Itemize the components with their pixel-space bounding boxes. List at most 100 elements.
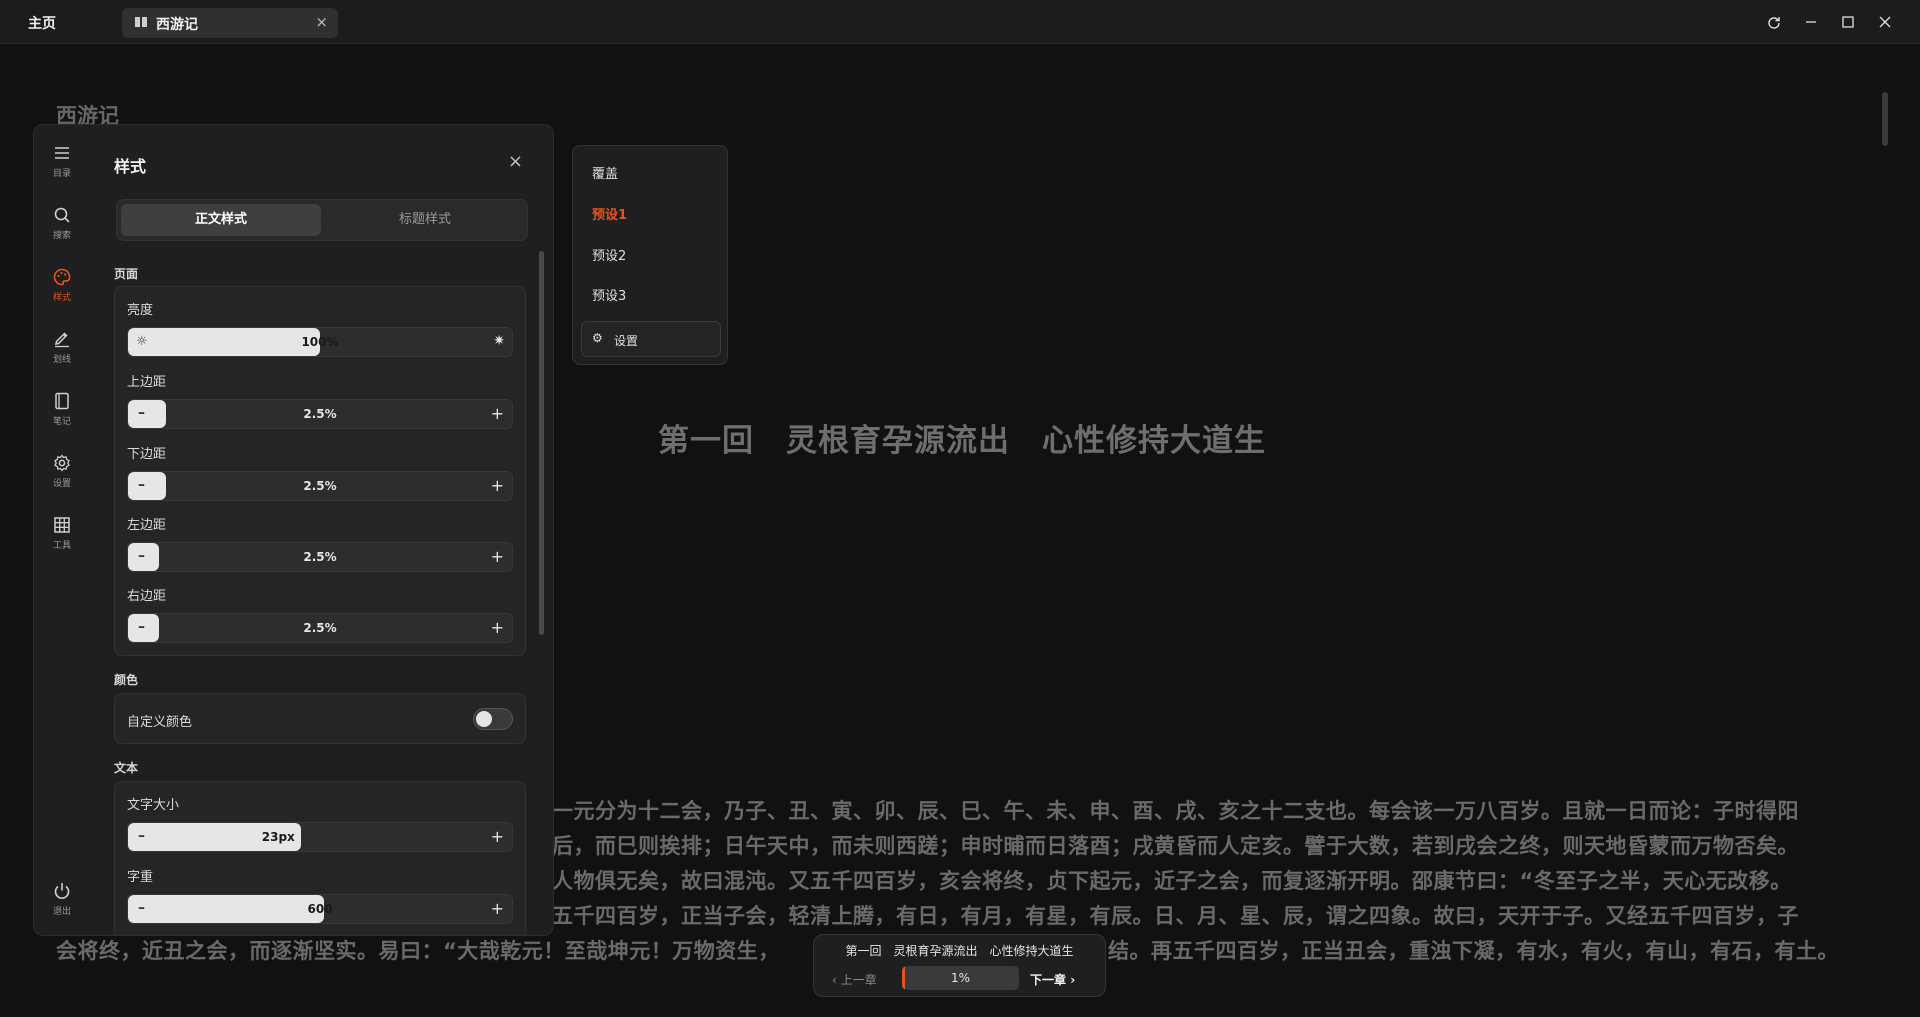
margin-top-slider[interactable]: – 2.5% +: [127, 399, 513, 429]
page-card: 亮度 ☼ 100% ✷ 上边距 – 2.5% + 下边距 – 2.5% + 左边…: [114, 286, 526, 656]
brightness-value: 100%: [301, 335, 339, 349]
preset-dropdown: 覆盖 预设1 预设2 预设3 ⚙ 设置: [572, 145, 728, 365]
margin-right-slider[interactable]: – 2.5% +: [127, 613, 513, 643]
body-text-line: 五千四百岁，正当子会，轻清上腾，有日，有月，有星，有辰。日、月、星、辰，谓之四象…: [552, 904, 1799, 928]
current-chapter-title: 第一回 灵根育孕源流出 心性修持大道生: [845, 944, 1074, 958]
panel-title: 样式: [114, 157, 147, 176]
rail-item-highlight[interactable]: 划线: [34, 329, 90, 365]
margin-right-label: 右边距: [127, 589, 167, 604]
rail-label: 退出: [52, 907, 71, 917]
section-title-text: 文本: [114, 761, 139, 775]
progress-value: 1%: [950, 971, 971, 985]
close-tab-icon[interactable]: ×: [315, 13, 328, 31]
margin-left-value: 2.5%: [303, 550, 337, 564]
body-text-line: 会将终，近丑之会，而逐渐坚实。易曰：“大哉乾元！至哉坤元！万物资生，: [56, 939, 780, 963]
body-text-line: 结。再五千四百岁，正当丑会，重浊下凝，有水，有火，有山，有石，有土。: [1108, 939, 1839, 963]
margin-top-value: 2.5%: [303, 407, 337, 421]
rail-item-exit[interactable]: 退出: [34, 881, 90, 917]
body-text-line: 后，而巳则挨排；日午天中，而未则西蹉；申时晡而日落酉；戌黄昏而人定亥。譬于大数，…: [552, 834, 1799, 858]
rail-item-notes[interactable]: 笔记: [34, 391, 90, 427]
rail-label: 工具: [52, 541, 71, 551]
style-tabs: 正文样式 标题样式: [116, 199, 528, 241]
font-size-slider[interactable]: – 23px +: [127, 822, 513, 852]
margin-left-slider[interactable]: – 2.5% +: [127, 542, 513, 572]
section-title-color: 颜色: [114, 673, 139, 687]
margin-left-label: 左边距: [127, 518, 167, 533]
custom-color-toggle[interactable]: [473, 708, 513, 730]
increase-button[interactable]: +: [491, 827, 504, 846]
body-text-line: 一元分为十二会，乃子、丑、寅、卯、辰、巳、午、未、申、酉、戌、亥之十二支也。每会…: [552, 799, 1799, 823]
rail-label: 设置: [52, 479, 71, 489]
margin-right-value: 2.5%: [303, 621, 337, 635]
book-icon: [135, 17, 147, 27]
margin-bottom-slider[interactable]: – 2.5% +: [127, 471, 513, 501]
preset-settings-button[interactable]: ⚙ 设置: [581, 321, 721, 357]
font-weight-label: 字重: [127, 870, 154, 885]
preset-item-3[interactable]: 预设3: [592, 285, 626, 304]
preset-settings-label: 设置: [614, 334, 639, 348]
minimize-icon[interactable]: [1799, 10, 1823, 34]
chapter-nav: 第一回 灵根育孕源流出 心性修持大道生 ‹ 上一章 1% 下一章 ›: [813, 934, 1106, 997]
tab-body-style[interactable]: 正文样式: [121, 204, 321, 236]
section-title-page: 页面: [114, 267, 139, 281]
color-card: 自定义颜色: [114, 693, 526, 744]
grid-icon: [54, 517, 70, 533]
rail-item-style[interactable]: 样式: [34, 267, 90, 303]
rail-label: 搜索: [52, 231, 71, 241]
tab-heading-style[interactable]: 标题样式: [325, 204, 525, 236]
menu-icon: [55, 147, 69, 159]
sun-large-icon: ✷: [493, 333, 505, 349]
rail-item-search[interactable]: 搜索: [34, 205, 90, 241]
custom-color-label: 自定义颜色: [127, 715, 193, 730]
book-tab-label: 西游记: [156, 17, 198, 33]
margin-bottom-label: 下边距: [127, 447, 167, 462]
rail-label: 笔记: [52, 417, 71, 427]
palette-icon: [53, 268, 71, 286]
progress-bar[interactable]: 1%: [902, 966, 1019, 990]
font-weight-slider[interactable]: – 600 +: [127, 894, 513, 924]
prev-chapter-button[interactable]: ‹ 上一章: [832, 971, 877, 988]
rail-item-settings[interactable]: 设置: [34, 453, 90, 489]
preset-item-override[interactable]: 覆盖: [592, 163, 618, 182]
preset-item-2[interactable]: 预设2: [592, 245, 626, 264]
brightness-slider[interactable]: ☼ 100% ✷: [127, 327, 513, 357]
increase-button[interactable]: +: [491, 404, 504, 423]
rail-item-tools[interactable]: 工具: [34, 515, 90, 551]
font-size-value: 23px: [261, 830, 295, 844]
home-tab[interactable]: 主页: [28, 13, 56, 33]
increase-button[interactable]: +: [491, 547, 504, 566]
gear-icon: ⚙: [592, 331, 603, 345]
side-rail: 目录 搜索 样式 划线 笔记 设置 工具 退出: [34, 125, 90, 935]
prev-chapter-label: 上一章: [840, 973, 877, 987]
style-panel: 目录 搜索 样式 划线 笔记 设置 工具 退出 样式 × 正文样式 标题样式 页…: [33, 124, 554, 936]
gear-icon: [54, 454, 70, 472]
close-icon[interactable]: ×: [508, 151, 523, 172]
refresh-icon[interactable]: [1762, 10, 1786, 34]
chevron-left-icon: ‹: [832, 973, 841, 987]
toggle-knob: [476, 711, 492, 727]
rail-label: 划线: [52, 355, 71, 365]
margin-bottom-value: 2.5%: [303, 479, 337, 493]
rail-item-toc[interactable]: 目录: [34, 143, 90, 179]
book-tab[interactable]: 西游记 ×: [122, 8, 338, 38]
chevron-right-icon: ›: [1066, 973, 1076, 987]
close-window-icon[interactable]: [1873, 10, 1897, 34]
notebook-icon: [55, 392, 69, 410]
power-icon: [54, 883, 70, 899]
increase-button[interactable]: +: [491, 476, 504, 495]
body-text-line: 人物俱无矣，故曰混沌。又五千四百岁，亥会将终，贞下起元，近子之会，而复逐渐开明。…: [552, 869, 1792, 893]
text-card: 文字大小 – 23px + 字重 – 600 +: [114, 781, 526, 935]
preset-item-1[interactable]: 预设1: [592, 204, 627, 223]
pen-icon: [55, 332, 69, 348]
rail-label: 目录: [52, 169, 71, 179]
increase-button[interactable]: +: [491, 618, 504, 637]
chapter-heading: 第一回 灵根育孕源流出 心性修持大道生: [658, 423, 1266, 459]
search-icon: [54, 207, 70, 223]
rail-label: 样式: [52, 293, 71, 303]
title-bar: 主页 西游记 ×: [0, 0, 1920, 44]
reader-scrollbar[interactable]: [1882, 92, 1888, 146]
maximize-icon[interactable]: [1836, 10, 1860, 34]
next-chapter-button[interactable]: 下一章 ›: [1030, 971, 1075, 988]
increase-button[interactable]: +: [491, 899, 504, 918]
margin-top-label: 上边距: [127, 375, 167, 390]
